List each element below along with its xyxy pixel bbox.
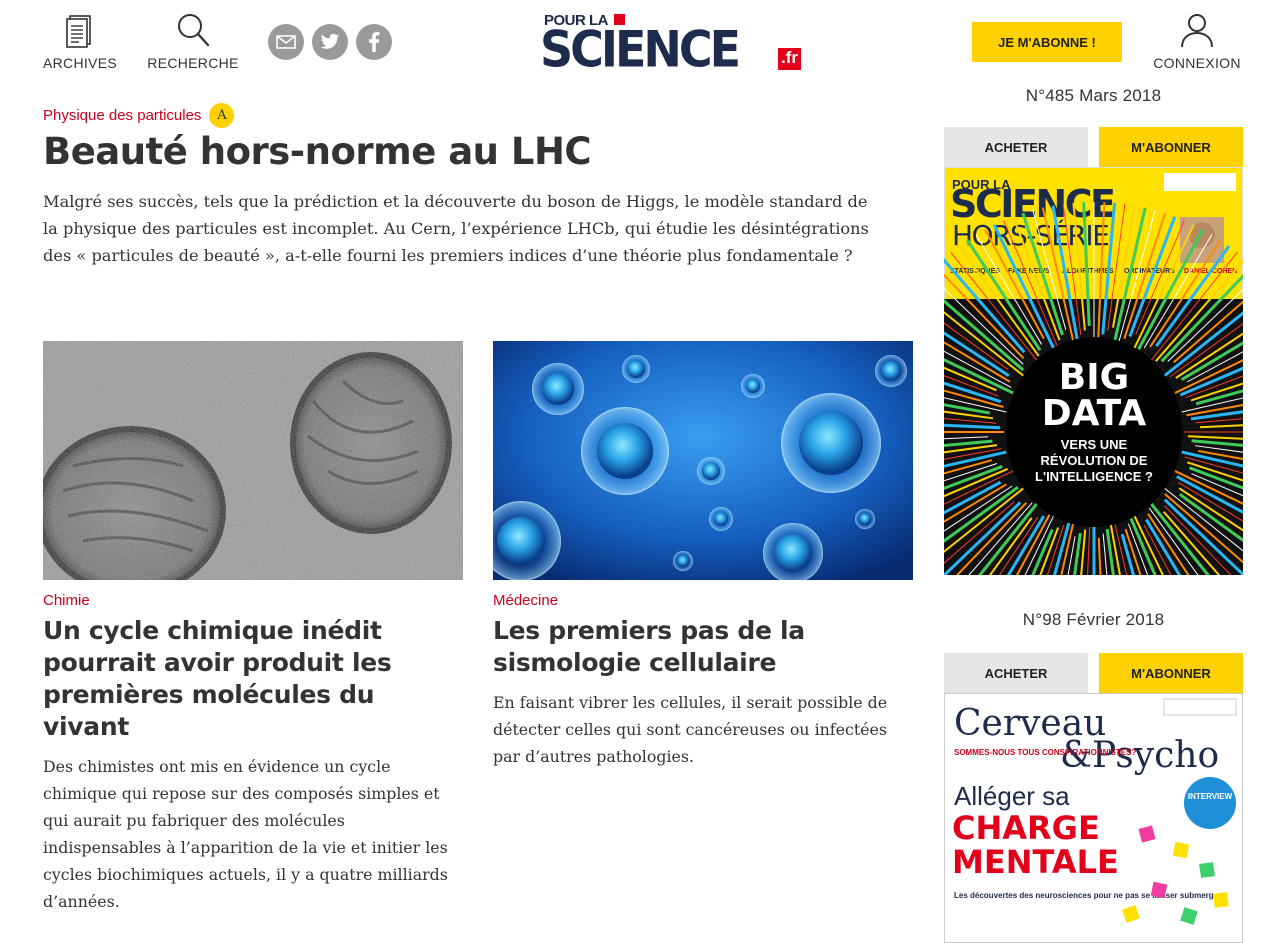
- article-category[interactable]: Chimie: [43, 592, 463, 609]
- twitter-icon: [320, 33, 340, 49]
- issue-number: N°485 Mars 2018: [1025, 86, 1162, 105]
- subscribe-issue-button[interactable]: M'ABONNER: [1099, 127, 1243, 167]
- magazine-cover[interactable]: Cerveau &Psycho SOMMES-NOUS TOUS CONSPIR…: [944, 693, 1243, 943]
- cover-headline: Alléger sa: [954, 781, 1070, 811]
- facebook-icon: [369, 32, 380, 52]
- hero-category-row: Physique des particules A: [43, 103, 235, 128]
- issue-buttons: ACHETER M'ABONNER: [944, 653, 1243, 693]
- mail-share-button[interactable]: [268, 24, 304, 60]
- site-logo[interactable]: POUR LA SCIENCE .fr: [540, 12, 810, 78]
- article-category[interactable]: Médecine: [493, 592, 913, 609]
- issue-block: N°485 Mars 2018 ACHETER M'ABONNER POUR L…: [944, 86, 1243, 575]
- cover-headline: DATA: [1042, 393, 1147, 434]
- issue-number: N°98 Février 2018: [1022, 610, 1165, 629]
- access-badge: A: [209, 103, 235, 128]
- search-link[interactable]: RECHERCHE: [145, 12, 241, 71]
- article-description: Des chimistes ont mis en évidence un cyc…: [43, 757, 448, 911]
- facebook-share-button[interactable]: [356, 24, 392, 60]
- magazine-cover[interactable]: POUR LA SCIENCE HORS-SÉRIE STATISTIQUES …: [944, 167, 1243, 575]
- cover-subline: VERS UNE: [1061, 437, 1128, 452]
- cover-teaser: SOMMES-NOUS TOUS CONSPIRATIONNISTES?: [954, 748, 1136, 757]
- cover-badge: INTERVIEW: [1188, 792, 1233, 801]
- cells-image[interactable]: [493, 341, 913, 580]
- archives-icon: [66, 15, 91, 48]
- archives-label: ARCHIVES: [43, 55, 117, 71]
- issue-buttons: ACHETER M'ABONNER: [944, 127, 1243, 167]
- hero-title[interactable]: Beauté hors-norme au LHC: [43, 130, 592, 173]
- mitochondria-image[interactable]: [43, 341, 463, 580]
- article-card[interactable]: Chimie Un cycle chimique inédit pourrait…: [43, 341, 463, 915]
- hero-category[interactable]: Physique des particules: [43, 107, 201, 124]
- cover-headline: BIG: [1059, 357, 1129, 398]
- login-link[interactable]: CONNEXION: [1148, 12, 1246, 71]
- issue-block: N°98 Février 2018 ACHETER M'ABONNER Cerv…: [944, 610, 1243, 943]
- twitter-share-button[interactable]: [312, 24, 348, 60]
- cover-subline: L'INTELLIGENCE ?: [1035, 469, 1153, 484]
- buy-button[interactable]: ACHETER: [944, 653, 1088, 693]
- cover-headline: MENTALE: [952, 843, 1119, 881]
- user-icon: [1181, 14, 1213, 48]
- article-title[interactable]: Un cycle chimique inédit pourrait avoir …: [43, 615, 463, 743]
- subscribe-issue-button[interactable]: M'ABONNER: [1099, 653, 1243, 693]
- hero-description: Malgré ses succès, tels que la prédictio…: [43, 192, 869, 265]
- logo-tld: .fr: [778, 48, 801, 70]
- search-icon: [178, 14, 210, 47]
- article-description: En faisant vibrer les cellules, il serai…: [493, 693, 888, 766]
- cover-subline: Les découvertes des neurosciences pour n…: [954, 891, 1221, 900]
- cover-headline: CHARGE: [952, 809, 1100, 847]
- cover-subline: RÉVOLUTION DE: [1041, 453, 1148, 468]
- search-label: RECHERCHE: [147, 55, 239, 71]
- buy-button[interactable]: ACHETER: [944, 127, 1088, 167]
- mail-icon: [276, 35, 296, 49]
- logo-science: SCIENCE: [540, 20, 741, 79]
- subscribe-button[interactable]: JE M'ABONNE !: [972, 22, 1122, 62]
- article-title[interactable]: Les premiers pas de la sismologie cellul…: [493, 615, 913, 679]
- archives-link[interactable]: ARCHIVES: [40, 12, 120, 71]
- login-label: CONNEXION: [1153, 55, 1241, 71]
- article-card[interactable]: Médecine Les premiers pas de la sismolog…: [493, 341, 913, 770]
